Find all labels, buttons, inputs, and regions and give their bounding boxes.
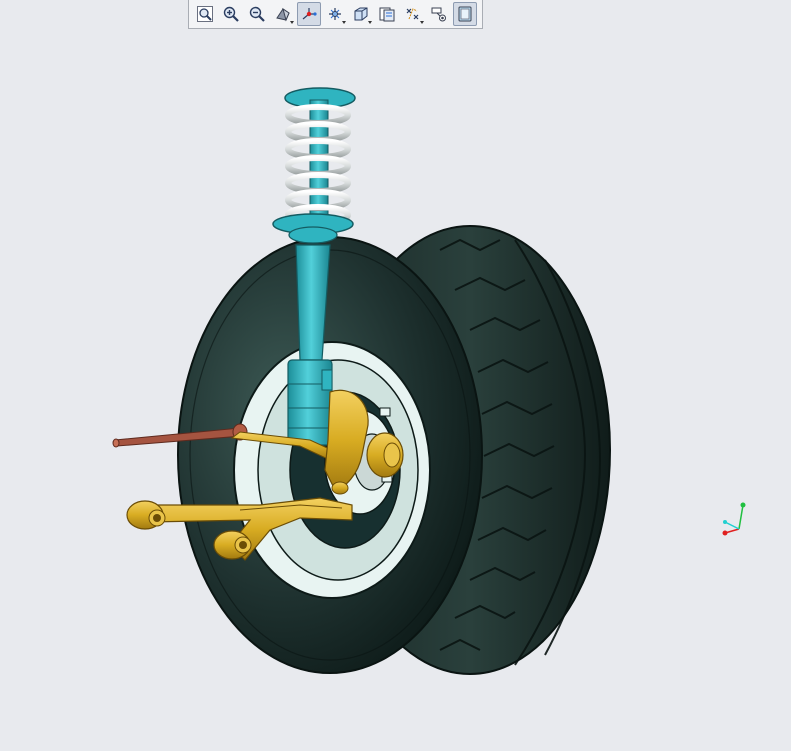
dropdown-arrow-icon xyxy=(342,21,346,24)
y-axis-line xyxy=(738,504,744,530)
saved-orientations-button[interactable] xyxy=(349,2,373,26)
x-axis-tip xyxy=(722,530,728,536)
view-manager-icon xyxy=(379,7,395,22)
appearance-button[interactable] xyxy=(453,2,477,26)
z-axis-tip xyxy=(723,520,727,524)
datum-display-icon xyxy=(302,8,317,20)
datum-display-button[interactable] xyxy=(297,2,321,26)
zoom-out-icon xyxy=(249,6,265,22)
annotations-button[interactable] xyxy=(427,2,451,26)
zoom-out-button[interactable] xyxy=(245,2,269,26)
in-graphics-toolbar xyxy=(188,0,483,29)
dropdown-arrow-icon xyxy=(290,21,294,24)
coil-spring[interactable] xyxy=(272,87,356,244)
view-manager-button[interactable] xyxy=(375,2,399,26)
zoom-in-icon xyxy=(223,6,239,22)
coordinate-triad xyxy=(722,502,746,536)
suspension-assembly-model[interactable] xyxy=(0,0,791,751)
refit-button[interactable] xyxy=(193,2,217,26)
zoom-fit-icon xyxy=(197,6,213,22)
annotations-icon xyxy=(431,7,446,22)
dropdown-arrow-icon xyxy=(420,21,424,24)
named-views-button[interactable] xyxy=(323,2,347,26)
graphics-window[interactable] xyxy=(0,0,791,751)
dropdown-arrow-icon xyxy=(368,21,372,24)
appearance-icon xyxy=(458,6,472,22)
z-axis-line xyxy=(724,521,740,530)
display-style-button[interactable] xyxy=(271,2,295,26)
y-axis-tip xyxy=(740,502,746,508)
datum-points-button[interactable] xyxy=(401,2,425,26)
zoom-in-button[interactable] xyxy=(219,2,243,26)
